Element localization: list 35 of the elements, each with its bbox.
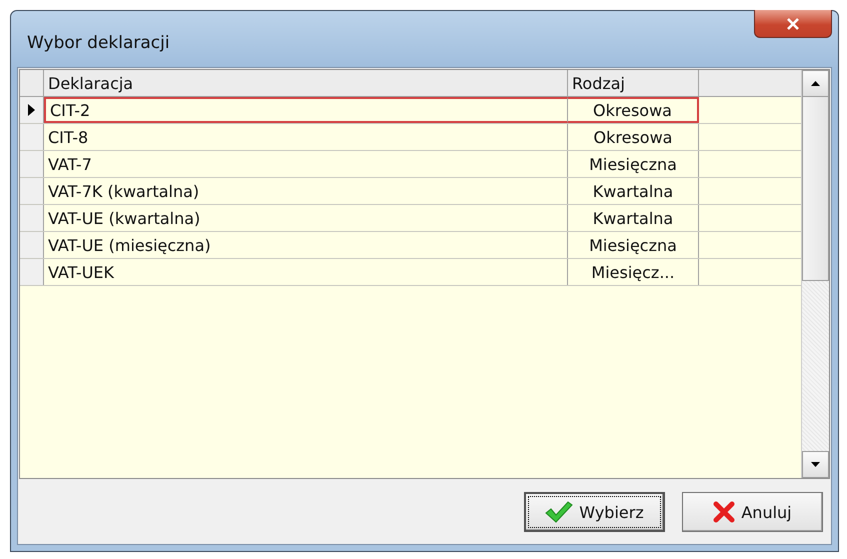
table-row[interactable]: VAT-UE (kwartalna) Kwartalna — [20, 205, 801, 232]
table-cell: VAT-UE (kwartalna) — [44, 205, 568, 231]
table-row[interactable]: VAT-7K (kwartalna) Kwartalna — [20, 178, 801, 205]
table-cell: Okresowa — [568, 97, 699, 123]
table-row[interactable]: VAT-UE (miesięczna) Miesięczna — [20, 232, 801, 259]
table-cell: CIT-2 — [44, 97, 568, 123]
cross-icon — [713, 501, 736, 523]
table-cell: Okresowa — [568, 124, 699, 150]
table-row[interactable]: VAT-UEK Miesięcz... — [20, 259, 801, 286]
table-cell: Miesięczna — [568, 151, 699, 177]
table-cell: CIT-8 — [44, 124, 568, 150]
scroll-down-button[interactable] — [802, 451, 829, 478]
table-cell: VAT-7 — [44, 151, 568, 177]
checkmark-icon — [545, 501, 574, 523]
scrollbar[interactable] — [801, 70, 829, 478]
window-title: Wybor deklaracji — [26, 32, 170, 53]
table-row[interactable]: VAT-7 Miesięczna — [20, 151, 801, 178]
row-pointer-icon — [28, 104, 35, 116]
table-row[interactable]: CIT-2 Okresowa — [20, 97, 801, 124]
cancel-button[interactable]: Anuluj — [682, 492, 823, 532]
close-button[interactable] — [754, 10, 832, 38]
select-button[interactable]: Wybierz — [524, 492, 665, 532]
up-arrow-icon — [811, 81, 820, 86]
table-cell: Kwartalna — [568, 178, 699, 204]
scroll-thumb[interactable] — [802, 97, 829, 281]
table-cell: VAT-UE (miesięczna) — [44, 232, 568, 258]
scroll-up-button[interactable] — [802, 70, 829, 97]
close-icon — [786, 18, 800, 30]
table-cell: VAT-UEK — [44, 259, 568, 285]
table-cell: Miesięcz... — [568, 259, 699, 285]
table-cell: Miesięczna — [568, 232, 699, 258]
table-cell: Kwartalna — [568, 205, 699, 231]
table-cell: VAT-7K (kwartalna) — [44, 178, 568, 204]
table-row[interactable]: CIT-8 Okresowa — [20, 124, 801, 151]
down-arrow-icon — [811, 462, 820, 467]
